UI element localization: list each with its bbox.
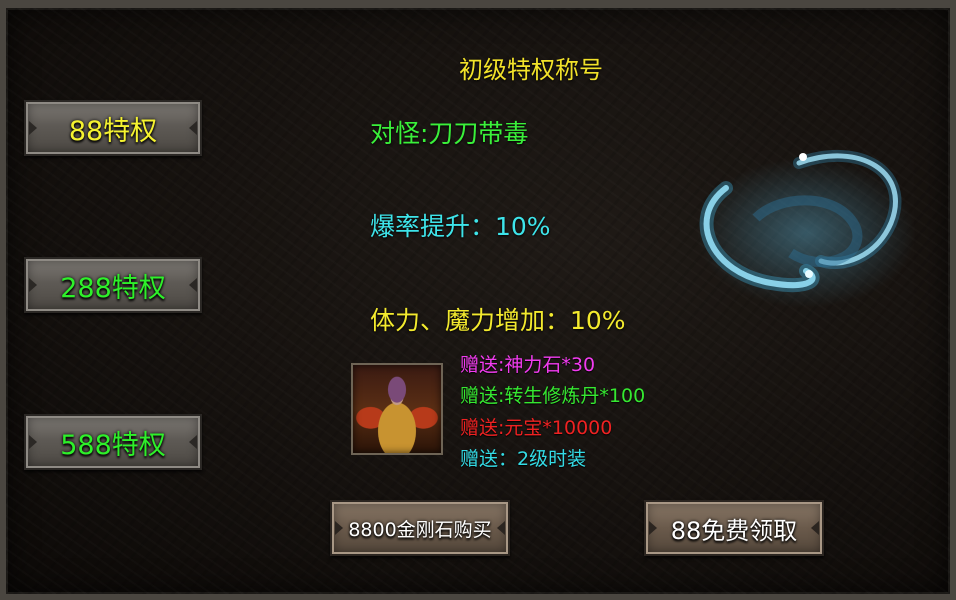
gift-item-3: 赠送:元宝*10000	[460, 417, 613, 439]
gift-item-4: 赠送：2级时装	[460, 448, 587, 470]
privilege-title: 初级特权称号	[459, 56, 603, 84]
free-claim-button[interactable]: 88免费领取	[644, 500, 824, 556]
cyan-swirl-effect-icon	[696, 149, 916, 308]
tier-88-label: 88特权	[68, 115, 158, 147]
stat-drop-rate: 爆率提升：10%	[370, 212, 551, 241]
tier-288-label: 288特权	[60, 272, 166, 304]
stat-hp-mp: 体力、魔力增加：10%	[370, 306, 626, 335]
tier-288-button[interactable]: 288特权	[24, 257, 202, 313]
gift-item-1: 赠送:神力石*30	[460, 354, 596, 376]
tier-588-label: 588特权	[60, 429, 166, 461]
gift-item-2: 赠送:转生修炼丹*100	[460, 385, 646, 407]
claim-button-label: 88免费领取	[670, 516, 798, 545]
tier-88-button[interactable]: 88特权	[24, 100, 202, 156]
buy-button-label: 8800金刚石购买	[348, 518, 492, 541]
tier-588-button[interactable]: 588特权	[24, 414, 202, 470]
stat-vs-monster: 对怪:刀刀带毒	[370, 119, 529, 148]
privilege-panel: 88特权 288特权 588特权 初级特权称号 对怪:刀刀带毒 爆率提升：10%…	[0, 0, 956, 600]
buy-with-diamond-button[interactable]: 8800金刚石购买	[330, 500, 510, 556]
character-costume-icon[interactable]	[351, 363, 443, 455]
